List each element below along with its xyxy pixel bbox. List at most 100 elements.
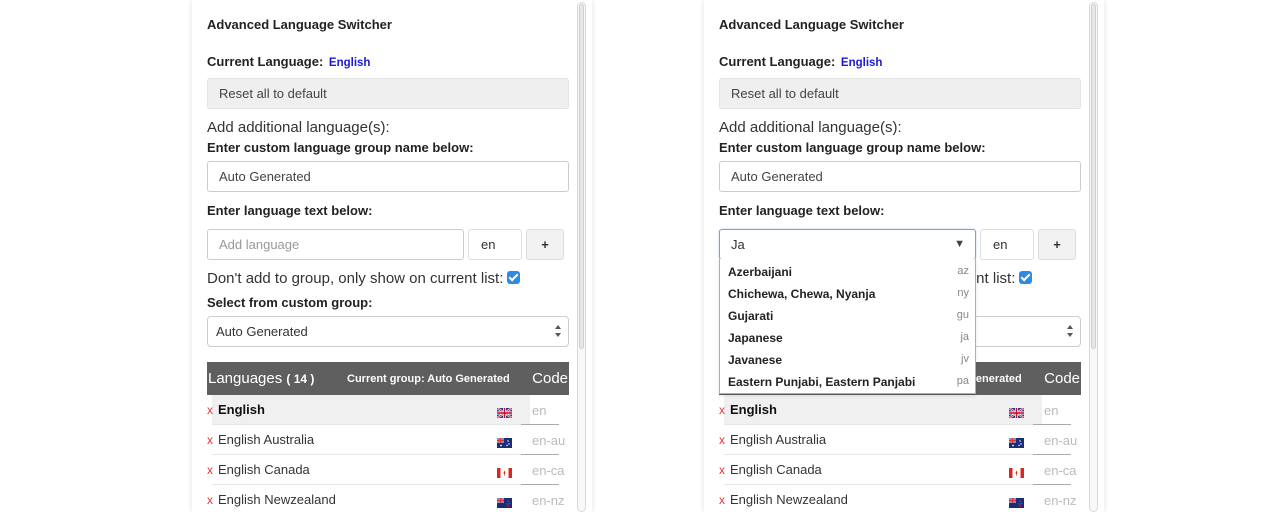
option-code: ny xyxy=(957,287,969,299)
nz-flag-icon xyxy=(1009,495,1024,508)
language-text-label: Enter language text below: xyxy=(207,203,373,218)
select-group-label: Select from custom group: xyxy=(207,295,373,310)
language-row[interactable]: x English en xyxy=(207,395,569,425)
group-name-input[interactable]: Auto Generated xyxy=(719,161,1081,192)
current-language-label: Current Language: xyxy=(207,54,324,69)
language-name[interactable]: English Canada xyxy=(730,462,822,477)
ca-flag-icon xyxy=(497,465,512,478)
group-select-value: Auto Generated xyxy=(216,324,308,339)
au-flag-icon xyxy=(497,435,512,448)
only-current-label: Don't add to group, only show on current… xyxy=(207,270,504,287)
remove-language-icon[interactable]: x xyxy=(207,403,213,417)
select-arrows-icon xyxy=(555,325,562,338)
panel-title: Advanced Language Switcher xyxy=(207,17,392,32)
panel-title: Advanced Language Switcher xyxy=(719,17,904,32)
dropdown-option[interactable]: Gujarati gu xyxy=(728,309,969,331)
group-name-input[interactable]: Auto Generated xyxy=(207,161,569,192)
current-language-label: Current Language: xyxy=(719,54,836,69)
reset-all-button[interactable]: Reset all to default xyxy=(207,78,569,109)
language-name[interactable]: English Newzealand xyxy=(218,492,336,507)
scrollbar-thumb[interactable] xyxy=(579,4,584,349)
dropdown-option[interactable]: Javanese jv xyxy=(728,353,969,375)
dropdown-option[interactable]: Eastern Punjabi, Eastern Panjabi pa xyxy=(728,375,969,397)
header-code: Code xyxy=(1044,370,1080,387)
language-code: en-ca xyxy=(1044,463,1077,478)
group-name-label: Enter custom language group name below: xyxy=(719,140,986,155)
add-languages-label: Add additional language(s): xyxy=(207,119,390,136)
option-code: pa xyxy=(956,375,969,387)
current-language: Current Language: English xyxy=(207,54,370,69)
language-name[interactable]: English xyxy=(730,402,777,417)
only-current-option: Don't add to group, only show on current… xyxy=(207,270,521,287)
language-code-input[interactable]: en xyxy=(468,229,522,260)
current-language-value[interactable]: English xyxy=(841,57,883,69)
current-language-value[interactable]: English xyxy=(329,57,371,69)
group-select[interactable]: Auto Generated xyxy=(207,316,569,347)
option-name: Azerbaijani xyxy=(728,265,793,279)
scrollbar[interactable] xyxy=(577,2,586,512)
language-row[interactable]: x English Newzealand en-nz xyxy=(207,485,569,512)
option-name: Gujarati xyxy=(728,309,774,323)
add-language-button[interactable]: + xyxy=(526,229,564,260)
language-name[interactable]: English Australia xyxy=(730,432,826,447)
language-input-value: Ja xyxy=(731,237,745,252)
language-row[interactable]: x English Australia en-au xyxy=(207,425,569,455)
remove-language-icon[interactable]: x xyxy=(207,493,213,507)
au-flag-icon xyxy=(1009,435,1024,448)
only-current-checkbox[interactable] xyxy=(1019,271,1033,284)
remove-language-icon[interactable]: x xyxy=(207,463,213,477)
only-current-checkbox[interactable] xyxy=(507,271,521,284)
languages-table-header: Languages ( 14 ) Current group: Auto Gen… xyxy=(207,362,569,395)
dropdown-option[interactable]: Azerbaijani az xyxy=(728,265,969,287)
dropdown-caret-icon[interactable]: ▼ xyxy=(954,230,965,259)
stage: Advanced Language Switcher Current Langu… xyxy=(0,0,1280,512)
language-row[interactable]: x English Australia en-au xyxy=(719,425,1081,455)
remove-language-icon[interactable]: x xyxy=(719,463,725,477)
remove-language-icon[interactable]: x xyxy=(719,433,725,447)
language-code: en xyxy=(532,403,547,418)
option-code: az xyxy=(957,265,969,277)
language-code-input[interactable]: en xyxy=(980,229,1034,260)
option-code: gu xyxy=(956,309,969,321)
current-language: Current Language: English xyxy=(719,54,882,69)
header-code: Code xyxy=(532,370,568,387)
remove-language-icon[interactable]: x xyxy=(719,403,725,417)
remove-language-icon[interactable]: x xyxy=(719,493,725,507)
language-row[interactable]: x English Canada en-ca xyxy=(207,455,569,485)
language-code: en xyxy=(1044,403,1059,418)
language-name[interactable]: English xyxy=(218,402,265,417)
remove-language-icon[interactable]: x xyxy=(207,433,213,447)
language-name[interactable]: English Canada xyxy=(218,462,310,477)
nz-flag-icon xyxy=(497,495,512,508)
languages-count: ( 14 ) xyxy=(286,372,315,386)
dropdown-option[interactable]: Chichewa, Chewa, Nyanja ny xyxy=(728,287,969,309)
language-code: en-au xyxy=(1044,433,1078,448)
header-current-group: Current group: Auto Generated xyxy=(347,373,510,385)
option-code: ja xyxy=(960,331,969,343)
language-name[interactable]: English Newzealand xyxy=(730,492,848,507)
scrollbar-thumb[interactable] xyxy=(1091,4,1096,349)
add-languages-label: Add additional language(s): xyxy=(719,119,902,136)
header-languages: Languages ( 14 ) xyxy=(208,370,314,387)
language-row[interactable]: x English Newzealand en-nz xyxy=(719,485,1081,512)
language-name[interactable]: English Australia xyxy=(218,432,314,447)
language-row[interactable]: x English en xyxy=(719,395,1081,425)
language-switcher-panel: Advanced Language Switcher Current Langu… xyxy=(192,0,592,512)
select-arrows-icon xyxy=(1067,325,1074,338)
language-input[interactable]: Add language xyxy=(207,229,464,260)
language-suggestions-dropdown: Azerbaijani az Chichewa, Chewa, Nyanja ny Gu… xyxy=(719,259,976,394)
option-name: Eastern Punjabi, Eastern Panjabi xyxy=(728,375,916,389)
group-name-label: Enter custom language group name below: xyxy=(207,140,474,155)
language-code: en-ca xyxy=(532,463,565,478)
dropdown-option[interactable]: Japanese ja xyxy=(728,331,969,353)
language-row[interactable]: x English Canada en-ca xyxy=(719,455,1081,485)
language-text-label: Enter language text below: xyxy=(719,203,885,218)
language-input[interactable]: Ja ▼ xyxy=(719,229,976,260)
add-language-button[interactable]: + xyxy=(1038,229,1076,260)
language-code: en-nz xyxy=(532,493,565,508)
reset-all-button[interactable]: Reset all to default xyxy=(719,78,1081,109)
language-switcher-panel-dropdown-open: Advanced Language Switcher Current Langu… xyxy=(704,0,1104,512)
scrollbar[interactable] xyxy=(1089,2,1098,512)
language-code: en-au xyxy=(532,433,566,448)
option-name: Japanese xyxy=(728,331,783,345)
